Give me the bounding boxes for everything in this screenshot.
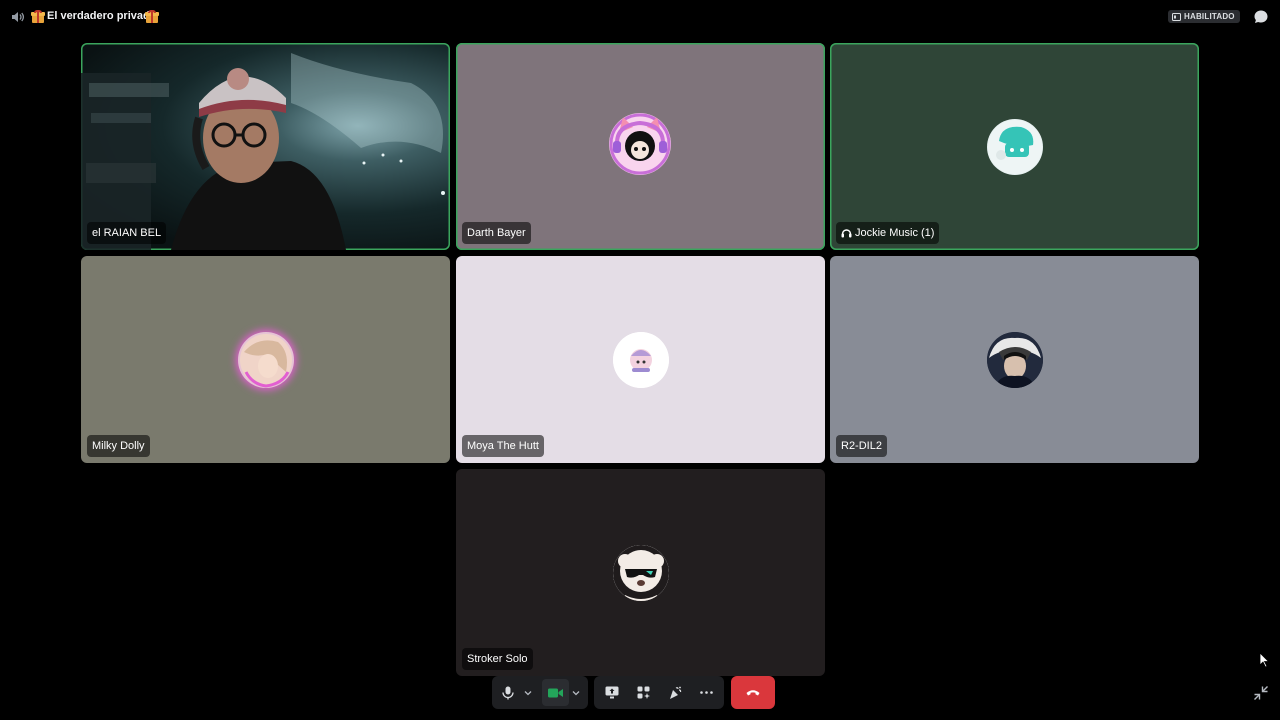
participant-tile[interactable]: el RAIAN BEL [81, 43, 450, 250]
participant-name-tag: Jockie Music (1) [836, 222, 940, 244]
bot-music-icon [841, 228, 852, 237]
mouse-cursor-icon [1259, 652, 1270, 668]
cat-ears-headset-avatar [609, 113, 671, 175]
camera-options-button[interactable] [569, 679, 584, 706]
participant-tile[interactable]: Milky Dolly [81, 256, 450, 463]
chevron-down-icon [572, 690, 580, 695]
soundboard-icon [669, 686, 681, 699]
microphone-options-button[interactable] [521, 679, 536, 706]
screen-share-button[interactable] [596, 679, 628, 706]
participant-name-tag: Darth Bayer [462, 222, 531, 244]
activity-status-badge[interactable]: HABILITADO [1168, 10, 1240, 23]
camera-icon [547, 688, 563, 697]
audio-video-controls [492, 676, 588, 709]
webcam-video [81, 53, 445, 250]
microphone-button[interactable] [496, 679, 521, 706]
participant-name-tag: Moya The Hutt [462, 435, 544, 457]
participant-name-tag: el RAIAN BEL [87, 222, 167, 244]
hang-up-icon [746, 690, 760, 696]
activities-icon [637, 686, 650, 699]
participant-name-tag: Milky Dolly [87, 435, 150, 457]
channel-name: El verdadero privado [47, 10, 157, 22]
participant-tile[interactable]: Stroker Solo [456, 469, 825, 676]
sunglasses-dog-avatar [613, 545, 669, 601]
participant-name-tag: Stroker Solo [462, 648, 533, 670]
jockie-robot-avatar [987, 119, 1043, 175]
more-options-button[interactable] [691, 679, 723, 706]
badge-label: HABILITADO [1184, 12, 1235, 21]
chat-bubble-icon[interactable] [1253, 9, 1269, 25]
chevron-down-icon [524, 690, 532, 695]
participant-tile[interactable]: Jockie Music (1) [830, 43, 1199, 250]
participant-name-tag: R2-DIL2 [836, 435, 887, 457]
pink-glow-avatar [238, 332, 294, 388]
screen-share-icon [605, 686, 619, 699]
cute-character-avatar [613, 332, 669, 388]
participant-tile[interactable]: R2-DIL2 [830, 256, 1199, 463]
microphone-icon [502, 686, 515, 699]
hooded-raccoon-avatar [987, 332, 1043, 388]
speaker-channel-icon[interactable] [10, 9, 26, 25]
participant-tile[interactable]: Darth Bayer [456, 43, 825, 250]
more-options-icon [699, 691, 713, 694]
soundboard-button[interactable] [659, 679, 691, 706]
call-actions-controls [594, 676, 724, 709]
exit-fullscreen-icon[interactable] [1253, 685, 1269, 701]
disconnect-button[interactable] [731, 676, 775, 709]
call-header: El verdadero privado HABILITADO [0, 0, 1280, 34]
participant-tile[interactable]: Moya The Hutt [456, 256, 825, 463]
gift-emoji-icon [145, 10, 159, 23]
camera-button[interactable] [542, 679, 569, 706]
activity-icon [1172, 12, 1181, 21]
activities-button[interactable] [628, 679, 660, 706]
gift-emoji-icon [31, 10, 45, 23]
